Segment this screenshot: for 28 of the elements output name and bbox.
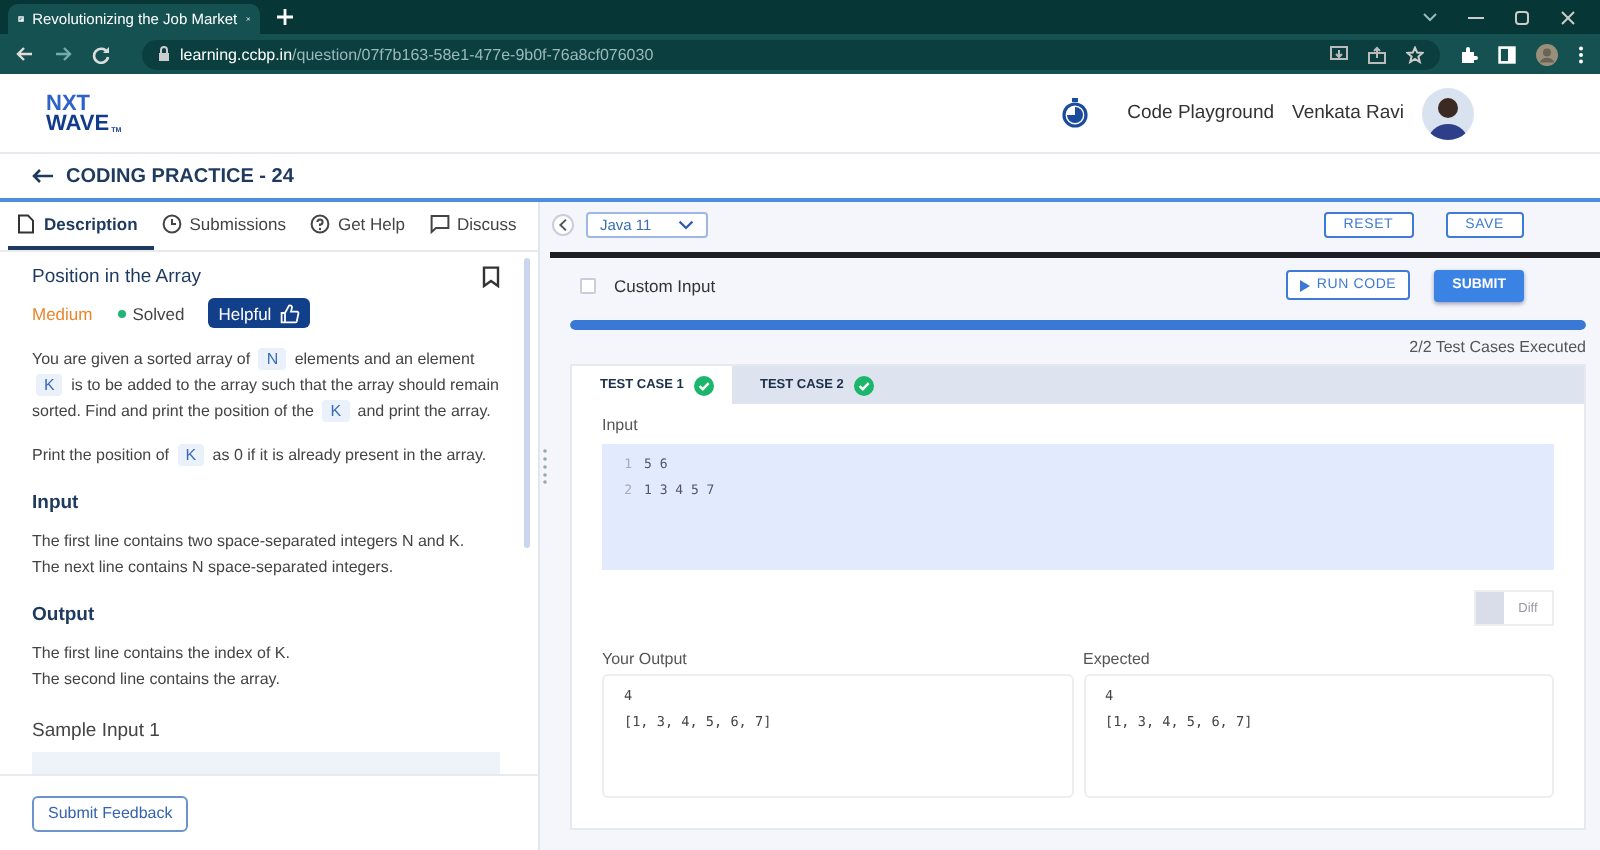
user-name[interactable]: Venkata Ravi [1292,102,1404,124]
status-label: Solved [132,303,185,323]
url-text: learning.ccbp.in/question/07f7b163-58e1-477e-9b0f-76a8cf076030 [180,45,656,63]
section-text: The first line contains two space-separated integers N and K. The next line contains N space-separated integers. [32,530,467,580]
address-bar[interactable]: learning.ccbp.in/question/07f7b163-58e1-477e-9b0f-76a8cf076030 [142,39,1440,69]
checkbox-label: Custom Input [614,275,716,295]
field-label: Expected [1083,650,1152,668]
progress-text: 2/2 Test Cases Executed [1407,338,1588,356]
field-label: Input [602,416,640,434]
helpful-button[interactable]: Helpful [208,298,310,328]
field-label: Your Output [602,650,689,668]
nav-link[interactable]: Code Playground [1127,102,1275,124]
panel-tab[interactable]: Get Help [301,202,421,250]
panel-tab[interactable]: Description [8,202,154,250]
section-heading: Sample Input 1 [32,720,162,742]
page-title: CODING PRACTICE - 24 [66,165,294,187]
problem-title: Position in the Array [32,266,201,288]
panel-tab[interactable]: Discuss [421,202,541,250]
difficulty-label: Medium [32,303,93,323]
feedback-button[interactable]: Submit Feedback [32,795,189,831]
section-heading: Input [32,492,81,514]
problem-text: You are given a sorted array of N elements and an element K is to be added to the array such that the array should remain sorted. Find and print the position of the K and print the array. [32,346,500,424]
problem-text: Print the position of K as 0 if it is already present in the array. [32,442,489,468]
logo-text: NXT [46,93,90,113]
section-heading: Output [32,604,97,626]
logo-text: WAVE [46,113,110,133]
panel-tab[interactable]: Submissions [153,202,302,250]
section-text: The first line contains the index of K. The second line contains the array. [32,642,292,692]
